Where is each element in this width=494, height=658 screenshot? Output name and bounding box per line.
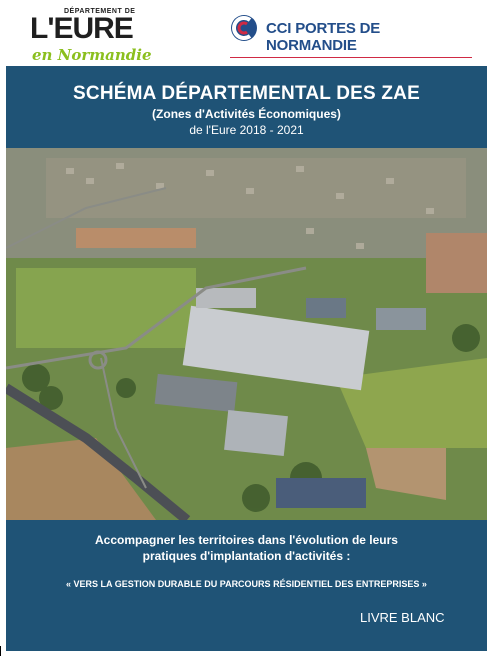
logo-eure-wordmark: L'EURE [30,12,134,45]
cci-name: CCI PORTES DE NORMANDIE [266,20,381,54]
header-divider [230,57,472,58]
eure-department-logo: DÉPARTEMENT DE L'EURE en Normandie [28,6,158,64]
cover-title: SCHÉMA DÉPARTEMENTAL DES ZAE [73,83,420,104]
lead-text-line2: pratiques d'implantation d'activités : [142,549,351,563]
cover-subtitle: (Zones d'Activités Économiques) [152,107,341,121]
cci-logo: CCI PORTES DE NORMANDIE [230,14,470,54]
logo-region-label: en Normandie [32,46,152,64]
cci-emblem-icon [231,15,257,41]
lead-text-line1: Accompagner les territoires dans l'évolu… [95,533,398,547]
aerial-photo [6,148,487,520]
cover-quote: « VERS LA GESTION DURABLE DU PARCOURS RÉ… [66,579,427,589]
crop-mark-right [484,646,494,656]
document-type-label: LIVRE BLANC [360,610,445,625]
crop-mark-left [0,646,11,656]
cover-years: de l'Eure 2018 - 2021 [189,123,304,137]
aerial-photo-illustration [6,148,487,520]
